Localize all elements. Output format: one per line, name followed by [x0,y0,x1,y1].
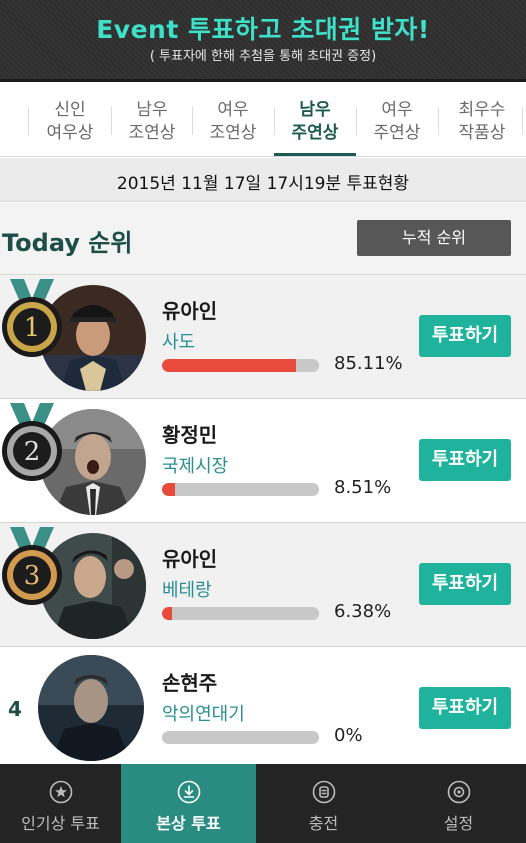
tab-label: 여우 주연상 [373,100,421,143]
vote-button[interactable]: 투표하기 [419,687,511,729]
movie-title[interactable]: 국제시장 [162,452,228,478]
tab-active-indicator [274,153,356,156]
nav-main-award-vote[interactable]: 본상 투표 [121,764,256,843]
event-banner[interactable]: Event 투표하고 초대권 받자! ( 투표자에 한해 추첨을 통해 초대권 … [0,0,526,82]
vote-progress-fill [162,359,296,372]
actor-name: 황정민 [162,423,218,447]
tab-label: 여우 조연상 [209,100,257,143]
vote-progress-bar [162,607,319,620]
avatar [38,655,144,761]
bronze-medal-icon: 3 [2,527,62,605]
category-tabs: ! 상 신인 여우상 남우 조연상 여우 조연상 남우 주연상 여우 주연상 최… [0,85,526,157]
vote-button[interactable]: 투표하기 [419,563,511,605]
star-circle-icon [49,780,72,804]
tab-label: 남우 주연상 [291,100,339,143]
tab-supporting-actor[interactable]: 남우 조연상 [111,85,193,156]
vote-percent: 85.11% [334,353,403,374]
actor-name: 유아인 [162,299,218,323]
vote-percent: 8.51% [334,477,392,498]
vote-progress-bar [162,483,319,496]
vote-progress-bar [162,731,319,744]
tab-rookie-actress[interactable]: 신인 여우상 [29,85,111,156]
movie-title[interactable]: 베테랑 [162,576,212,602]
nav-settings[interactable]: 설정 [391,764,526,843]
tab-divider [438,107,439,135]
tab-label: 최우수 작품상 [458,100,506,143]
rank-number: 4 [8,697,22,721]
tab-divider [522,107,523,135]
svg-text:1: 1 [24,313,41,343]
vote-progress-fill [162,607,173,620]
ranking-row: 4 손현주 악의연대기 0% 투표하기 [0,647,526,764]
tab-label: 신인 여우상 [46,100,94,143]
tab-lead-actress[interactable]: 여우 주연상 [356,85,438,156]
ranking-row: 1 유아인 사도 85.11% 투표하기 [0,275,526,399]
movie-title[interactable]: 악의연대기 [162,700,245,726]
tab-supporting-actress[interactable]: 여우 조연상 [192,85,274,156]
silver-medal-icon: 2 [2,403,62,481]
tab-lead-actor[interactable]: 남우 주연상 [274,85,356,156]
tab-best-picture[interactable]: 최우수 작품상 [441,85,523,156]
ranking-row: 2 황정민 국제시장 8.51% 투표하기 [0,399,526,523]
movie-title[interactable]: 사도 [162,328,195,354]
vote-button[interactable]: 투표하기 [419,315,511,357]
vote-progress-fill [162,483,176,496]
gold-medal-icon: 1 [2,279,62,357]
nav-label: 충전 [308,814,339,833]
vote-progress-bar [162,359,319,372]
vote-status-text: 2015년 11월 17일 17시19분 투표현황 [116,174,410,194]
actor-name: 유아인 [162,547,218,571]
actor-name: 손현주 [162,671,218,695]
vote-percent: 0% [334,725,363,746]
coin-icon [312,780,335,804]
nav-charge[interactable]: 충전 [256,764,391,843]
nav-label: 본상 투표 [156,814,221,833]
ranking-title: Today 순위 [2,229,133,257]
nav-label: 설정 [443,814,474,833]
ranking-row: 3 유아인 베테랑 6.38% 투표하기 [0,523,526,647]
cumulative-ranking-button[interactable]: 누적 순위 [357,220,511,256]
tab-label: 남우 조연상 [128,100,176,143]
svg-text:3: 3 [24,561,41,591]
gear-icon [447,780,470,804]
nav-popularity-vote[interactable]: 인기상 투표 [0,764,121,843]
bottom-navigation: 인기상 투표 본상 투표 충전 설정 [0,764,526,843]
vote-percent: 6.38% [334,601,392,622]
banner-subtitle: ( 투표자에 한해 추첨을 통해 초대권 증정) [149,49,377,64]
download-circle-icon [177,780,200,804]
vote-status-bar: 2015년 11월 17일 17시19분 투표현황 [0,158,526,202]
nav-label: 인기상 투표 [21,814,100,833]
vote-button[interactable]: 투표하기 [419,439,511,481]
svg-text:2: 2 [24,437,41,467]
banner-title: Event 투표하고 초대권 받자! [96,15,430,44]
